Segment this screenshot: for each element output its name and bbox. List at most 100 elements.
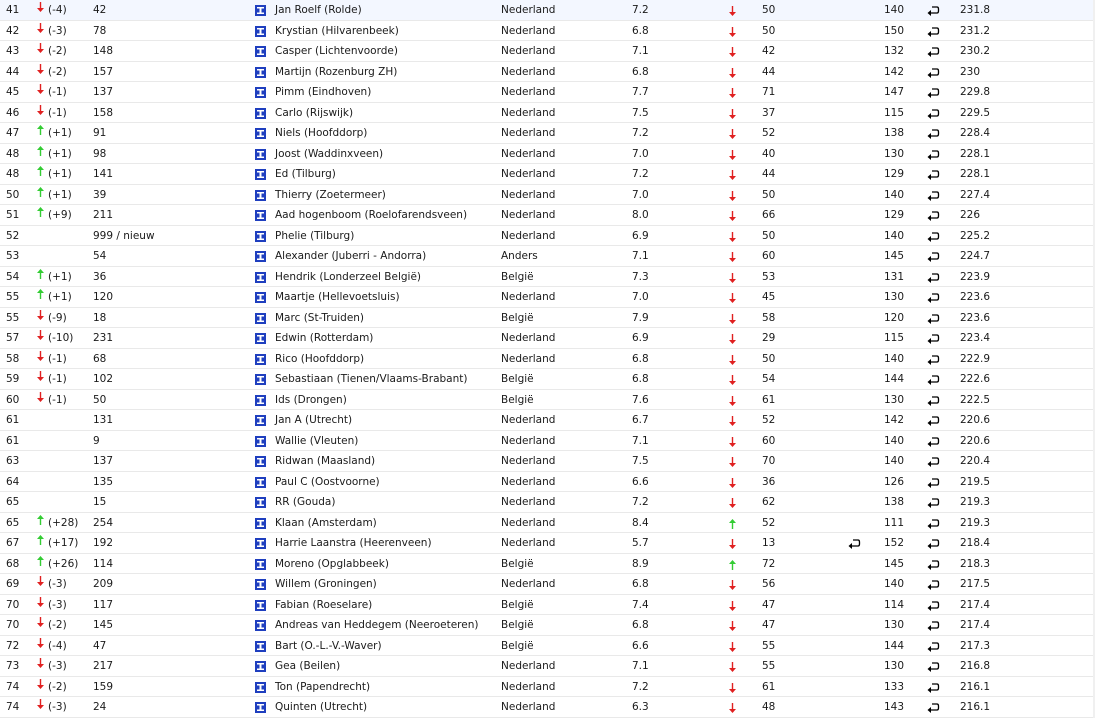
table-row[interactable]: 74 (-3) 24 Quinten (Utrecht) Nederland 6.3 48 1… — [0, 697, 1095, 718]
profile-box-icon[interactable] — [255, 681, 266, 693]
player-name[interactable]: Carlo (Rijswijk) — [275, 103, 353, 123]
profile-box-icon[interactable] — [255, 230, 266, 242]
player-name[interactable]: Sebastiaan (Tienen/Vlaams-Brabant) — [275, 369, 467, 389]
table-row[interactable]: 67 (+17) 192 Harrie Laanstra (Heerenveen) Ne… — [0, 533, 1095, 554]
table-row[interactable]: 47 (+1) 91 Niels (Hoofddorp) Nederland 7.2 52 1… — [0, 123, 1095, 144]
profile-box-icon[interactable] — [255, 538, 266, 549]
profile-box-icon[interactable] — [255, 640, 266, 652]
player-name[interactable]: Maartje (Hellevoetsluis) — [275, 287, 400, 307]
table-row[interactable]: 55 (-9) 18 Marc (St-Truiden) België 7.9 58 120 2… — [0, 307, 1095, 328]
profile-box-icon[interactable] — [255, 579, 266, 590]
table-row[interactable]: 58 (-1) 68 Rico (Hoofddorp) Nederland 6.8 50 14… — [0, 348, 1095, 369]
profile-box-icon[interactable] — [255, 292, 266, 303]
profile-box-icon[interactable] — [255, 415, 266, 426]
table-row[interactable]: 70 (-3) 117 Fabian (Roeselare) België 7.4 47 11… — [0, 594, 1095, 615]
table-row[interactable]: 42 (-3) 78 Krystian (Hilvarenbeek) Nederland… — [0, 20, 1095, 41]
player-name[interactable]: Joost (Waddinxveen) — [275, 144, 383, 164]
profile-box-icon[interactable] — [255, 353, 266, 365]
profile-box-icon[interactable] — [255, 702, 266, 713]
profile-box-icon[interactable] — [255, 661, 266, 672]
player-name[interactable]: Jan Roelf (Rolde) — [275, 0, 362, 20]
table-row[interactable]: 72 (-4) 47 Bart (O.-L.-V.-Waver) België 6.6 55… — [0, 635, 1095, 656]
player-name[interactable]: Niels (Hoofddorp) — [275, 123, 367, 143]
player-name[interactable]: Fabian (Roeselare) — [275, 595, 372, 615]
profile-box-icon[interactable] — [255, 374, 266, 385]
table-row[interactable]: 69 (-3) 209 Willem (Groningen) Nederland 6.8 5… — [0, 574, 1095, 595]
table-row[interactable]: 48 (+1) 141 Ed (Tilburg) Nederland 7.2 44 129 22… — [0, 164, 1095, 185]
table-row[interactable]: 74 (-2) 159 Ton (Papendrecht) Nederland 7.2 61… — [0, 676, 1095, 697]
profile-box-icon[interactable] — [255, 620, 266, 631]
table-row[interactable]: 70 (-2) 145 Andreas van Heddegem (Neeroeter… — [0, 615, 1095, 636]
profile-box-icon[interactable] — [255, 271, 266, 283]
profile-box-icon[interactable] — [255, 251, 266, 262]
profile-box-icon[interactable] — [255, 312, 266, 324]
player-name[interactable]: Aad hogenboom (Roelofarendsveen) — [275, 205, 467, 225]
player-name[interactable]: Ridwan (Maasland) — [275, 451, 375, 471]
profile-box-icon[interactable] — [255, 210, 266, 221]
table-row[interactable]: 73 (-3) 217 Gea (Beilen) Nederland 7.1 55 130 21… — [0, 656, 1095, 677]
player-name[interactable]: Andreas van Heddegem (Neeroeteren) — [275, 615, 478, 635]
profile-box-icon[interactable] — [255, 5, 266, 16]
table-row[interactable]: 54 (+1) 36 Hendrik (Londerzeel België) Belgi… — [0, 266, 1095, 287]
profile-box-icon[interactable] — [255, 558, 266, 570]
player-name[interactable]: Casper (Lichtenvoorde) — [275, 41, 398, 61]
table-row[interactable]: 65 (+28) 254 Klaan (Amsterdam) Nederland 8.4 5… — [0, 512, 1095, 533]
player-name[interactable]: Jan A (Utrecht) — [275, 410, 352, 430]
table-row[interactable]: 50 (+1) 39 Thierry (Zoetermeer) Nederland 7.0… — [0, 184, 1095, 205]
table-row[interactable]: 46 (-1) 158 Carlo (Rijswijk) Nederland 7.5 37 1… — [0, 102, 1095, 123]
player-name[interactable]: Gea (Beilen) — [275, 656, 340, 676]
player-name[interactable]: Klaan (Amsterdam) — [275, 513, 377, 533]
table-row[interactable]: 45 (-1) 137 Pimm (Eindhoven) Nederland 7.7 71 1… — [0, 82, 1095, 103]
return-arrow-icon[interactable] — [926, 697, 940, 721]
table-row[interactable]: 53 54 Alexander (Juberri - Andorra) Anders 7… — [0, 246, 1095, 267]
player-name[interactable]: RR (Gouda) — [275, 492, 335, 512]
profile-box-icon[interactable] — [255, 66, 266, 78]
player-name[interactable]: Pimm (Eindhoven) — [275, 82, 371, 102]
table-row[interactable]: 64 135 Paul C (Oostvoorne) Nederland 6.6 36 12… — [0, 471, 1095, 492]
player-name[interactable]: Ed (Tilburg) — [275, 164, 336, 184]
table-row[interactable]: 41 (-4) 42 Jan Roelf (Rolde) Nederland 7.2 50 1… — [0, 0, 1095, 21]
table-row[interactable]: 55 (+1) 120 Maartje (Hellevoetsluis) Nederla… — [0, 287, 1095, 308]
table-row[interactable]: 44 (-2) 157 Martijn (Rozenburg ZH) Nederland… — [0, 61, 1095, 82]
player-name[interactable]: Marc (St-Truiden) — [275, 308, 364, 328]
profile-box-icon[interactable] — [255, 107, 266, 119]
profile-box-icon[interactable] — [255, 148, 266, 160]
profile-box-icon[interactable] — [255, 394, 266, 406]
player-name[interactable]: Hendrik (Londerzeel België) — [275, 267, 421, 287]
player-name[interactable]: Krystian (Hilvarenbeek) — [275, 21, 399, 41]
profile-box-icon[interactable] — [255, 87, 266, 98]
player-name[interactable]: Harrie Laanstra (Heerenveen) — [275, 533, 432, 553]
profile-box-icon[interactable] — [255, 599, 266, 611]
player-name[interactable]: Phelie (Tilburg) — [275, 226, 354, 246]
profile-box-icon[interactable] — [255, 497, 266, 508]
table-row[interactable]: 68 (+26) 114 Moreno (Opglabbeek) België 8.9 72… — [0, 553, 1095, 574]
table-row[interactable]: 61 9 Wallie (Vleuten) Nederland 7.1 60 140 220.… — [0, 430, 1095, 451]
table-row[interactable]: 48 (+1) 98 Joost (Waddinxveen) Nederland 7.0 4… — [0, 143, 1095, 164]
table-row[interactable]: 52 999 / nieuw Phelie (Tilburg) Nederland 6.… — [0, 225, 1095, 246]
player-name[interactable]: Bart (O.-L.-V.-Waver) — [275, 636, 382, 656]
table-row[interactable]: 63 137 Ridwan (Maasland) Nederland 7.5 70 140 2… — [0, 451, 1095, 472]
player-name[interactable]: Alexander (Juberri - Andorra) — [275, 246, 426, 266]
player-name[interactable]: Quinten (Utrecht) — [275, 697, 367, 717]
profile-box-icon[interactable] — [255, 189, 266, 201]
player-name[interactable]: Ids (Drongen) — [275, 390, 347, 410]
player-name[interactable]: Martijn (Rozenburg ZH) — [275, 62, 397, 82]
profile-box-icon[interactable] — [255, 435, 266, 447]
table-row[interactable]: 43 (-2) 148 Casper (Lichtenvoorde) Nederland… — [0, 41, 1095, 62]
profile-box-icon[interactable] — [255, 169, 266, 180]
player-name[interactable]: Willem (Groningen) — [275, 574, 377, 594]
player-name[interactable]: Thierry (Zoetermeer) — [275, 185, 386, 205]
player-name[interactable]: Wallie (Vleuten) — [275, 431, 358, 451]
table-row[interactable]: 57 (-10) 231 Edwin (Rotterdam) Nederland 6.9 2… — [0, 328, 1095, 349]
profile-box-icon[interactable] — [255, 517, 266, 529]
player-name[interactable]: Rico (Hoofddorp) — [275, 349, 364, 369]
profile-box-icon[interactable] — [255, 476, 266, 488]
player-name[interactable]: Edwin (Rotterdam) — [275, 328, 373, 348]
profile-box-icon[interactable] — [255, 333, 266, 344]
table-row[interactable]: 61 131 Jan A (Utrecht) Nederland 6.7 52 142 220… — [0, 410, 1095, 431]
profile-box-icon[interactable] — [255, 46, 266, 57]
player-name[interactable]: Ton (Papendrecht) — [275, 677, 370, 697]
player-name[interactable]: Moreno (Opglabbeek) — [275, 554, 389, 574]
player-name[interactable]: Paul C (Oostvoorne) — [275, 472, 380, 492]
profile-box-icon[interactable] — [255, 128, 266, 139]
